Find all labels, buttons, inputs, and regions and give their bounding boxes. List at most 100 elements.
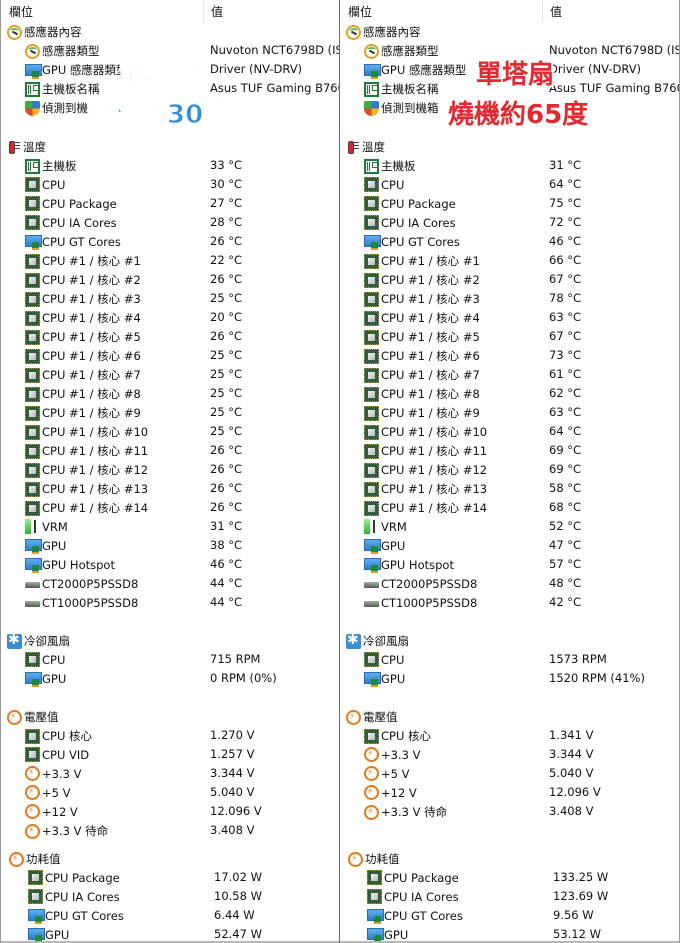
sensor-row[interactable]: +5 V 5.040 V xyxy=(340,764,679,783)
group-voltage[interactable]: 電壓值 xyxy=(340,707,679,726)
sensor-row[interactable]: CPU #1 / 核心 #7 25 °C xyxy=(1,365,339,384)
sensor-row[interactable]: CPU 64 °C xyxy=(340,175,679,194)
sensor-label: CPU #1 / 核心 #2 xyxy=(364,272,480,288)
sensor-label-text: CPU #1 / 核心 #8 xyxy=(381,387,480,401)
sensor-row[interactable]: CPU Package 17.02 W xyxy=(1,868,339,887)
sensor-row[interactable]: +3.3 V 3.344 V xyxy=(1,764,339,783)
sensor-row[interactable]: CPU IA Cores 72 °C xyxy=(340,213,679,232)
sensor-row[interactable]: CPU #1 / 核心 #3 25 °C xyxy=(1,289,339,308)
sensor-row[interactable]: CPU Package 27 °C xyxy=(1,194,339,213)
sensor-label: CPU IA Cores xyxy=(364,215,456,230)
sensor-row[interactable]: CPU VID 1.257 V xyxy=(1,745,339,764)
sensor-row[interactable]: GPU Hotspot 46 °C xyxy=(1,555,339,574)
sensor-row[interactable]: +12 V 12.096 V xyxy=(1,802,339,821)
sensor-row[interactable]: CPU #1 / 核心 #12 69 °C xyxy=(340,460,679,479)
sensor-label-text: CPU #1 / 核心 #2 xyxy=(42,273,141,287)
sensor-row[interactable]: 感應器類型 Nuvoton NCT6798D (ISA xyxy=(340,41,679,60)
sensor-row[interactable]: CPU #1 / 核心 #1 22 °C xyxy=(1,251,339,270)
sensor-row[interactable]: CPU GT Cores 9.56 W xyxy=(340,906,679,925)
column-divider[interactable] xyxy=(542,0,543,22)
column-header-value[interactable]: 值 xyxy=(211,3,223,20)
sensor-row[interactable]: +3.3 V 待命 3.408 V xyxy=(1,821,339,840)
sensor-row[interactable]: CT1000P5PSSD8 42 °C xyxy=(340,593,679,612)
sensor-row[interactable]: GPU 38 °C xyxy=(1,536,339,555)
sensor-row[interactable]: CPU #1 / 核心 #6 73 °C xyxy=(340,346,679,365)
sensor-row[interactable]: CPU #1 / 核心 #14 26 °C xyxy=(1,498,339,517)
sensor-row[interactable]: GPU 1520 RPM (41%) xyxy=(340,669,679,688)
sensor-row[interactable]: CPU #1 / 核心 #13 26 °C xyxy=(1,479,339,498)
sensor-row[interactable]: CPU GT Cores 6.44 W xyxy=(1,906,339,925)
sensor-row[interactable]: CPU #1 / 核心 #9 25 °C xyxy=(1,403,339,422)
sensor-row[interactable]: CPU #1 / 核心 #1 66 °C xyxy=(340,251,679,270)
sensor-row[interactable]: 主機板 31 °C xyxy=(340,156,679,175)
cpu-chip-icon xyxy=(364,367,379,383)
sensor-row[interactable]: CPU #1 / 核心 #12 26 °C xyxy=(1,460,339,479)
sensor-row[interactable]: GPU 0 RPM (0%) xyxy=(1,669,339,688)
sensor-row[interactable]: VRM 52 °C xyxy=(340,517,679,536)
group-temperature[interactable]: 溫度 xyxy=(1,137,339,156)
sensor-row[interactable]: CT2000P5PSSD8 48 °C xyxy=(340,574,679,593)
column-header-field[interactable]: 欄位 xyxy=(9,3,33,20)
sensor-row[interactable]: VRM 31 °C xyxy=(1,517,339,536)
sensor-row[interactable]: CPU #1 / 核心 #4 63 °C xyxy=(340,308,679,327)
sensor-row[interactable]: +3.3 V 3.344 V xyxy=(340,745,679,764)
sensor-label-text: CPU #1 / 核心 #9 xyxy=(42,406,141,420)
sensor-row[interactable]: CPU #1 / 核心 #11 26 °C xyxy=(1,441,339,460)
sensor-row[interactable]: CPU #1 / 核心 #3 78 °C xyxy=(340,289,679,308)
sensor-row[interactable]: CPU 1573 RPM xyxy=(340,650,679,669)
group-sensor-info[interactable]: 感應器內容 xyxy=(1,22,339,41)
group-title: 感應器內容 xyxy=(363,25,421,39)
sensor-label-text: GPU xyxy=(381,538,406,553)
sensor-row[interactable]: CPU IA Cores 28 °C xyxy=(1,213,339,232)
sensor-row[interactable]: GPU Hotspot 57 °C xyxy=(340,555,679,574)
sensor-row[interactable]: CPU #1 / 核心 #9 63 °C xyxy=(340,403,679,422)
group-sensor-info[interactable]: 感應器內容 xyxy=(340,22,679,41)
sensor-row[interactable]: CPU #1 / 核心 #14 68 °C xyxy=(340,498,679,517)
sensor-row[interactable]: 主機板 33 °C xyxy=(1,156,339,175)
sensor-row[interactable]: CPU #1 / 核心 #4 20 °C xyxy=(1,308,339,327)
sensor-row[interactable]: CPU 核心 1.270 V xyxy=(1,726,339,745)
sensor-row[interactable]: CPU 核心 1.341 V xyxy=(340,726,679,745)
sensor-label-text: CPU xyxy=(381,652,405,667)
sensor-row[interactable]: CPU 30 °C xyxy=(1,175,339,194)
sensor-row[interactable]: GPU 47 °C xyxy=(340,536,679,555)
column-header-value[interactable]: 值 xyxy=(550,3,562,20)
group-cooling-fans[interactable]: 冷卻風扇 xyxy=(340,631,679,650)
sensor-row[interactable]: CPU GT Cores 46 °C xyxy=(340,232,679,251)
sensor-row[interactable]: CPU #1 / 核心 #2 26 °C xyxy=(1,270,339,289)
group-cooling-fans[interactable]: 冷卻風扇 xyxy=(1,631,339,650)
sensor-row[interactable]: CPU #1 / 核心 #10 64 °C xyxy=(340,422,679,441)
sensor-row[interactable]: CPU 715 RPM xyxy=(1,650,339,669)
group-power[interactable]: 功耗值 xyxy=(340,849,679,868)
sensor-row[interactable]: CPU #1 / 核心 #2 67 °C xyxy=(340,270,679,289)
sensor-row[interactable]: CPU #1 / 核心 #8 62 °C xyxy=(340,384,679,403)
sensor-row[interactable]: CPU #1 / 核心 #5 26 °C xyxy=(1,327,339,346)
sensor-row[interactable]: +12 V 12.096 V xyxy=(340,783,679,802)
group-temperature[interactable]: 溫度 xyxy=(340,137,679,156)
sensor-row[interactable]: CPU IA Cores 10.58 W xyxy=(1,887,339,906)
sensor-row[interactable]: CPU #1 / 核心 #13 58 °C xyxy=(340,479,679,498)
sensor-row[interactable]: +5 V 5.040 V xyxy=(1,783,339,802)
sensor-row[interactable]: CPU #1 / 核心 #11 69 °C xyxy=(340,441,679,460)
overlay-caption-line2: 燒機約65度 xyxy=(448,100,589,130)
sensor-row[interactable]: +3.3 V 待命 3.408 V xyxy=(340,802,679,821)
sensor-row[interactable]: CPU #1 / 核心 #5 67 °C xyxy=(340,327,679,346)
sensor-row[interactable]: CT2000P5PSSD8 44 °C xyxy=(1,574,339,593)
sensor-row[interactable]: CPU #1 / 核心 #7 61 °C xyxy=(340,365,679,384)
cpu-chip-icon xyxy=(25,481,40,497)
sensor-row[interactable]: CPU IA Cores 123.69 W xyxy=(340,887,679,906)
column-divider[interactable] xyxy=(203,0,204,22)
sensor-row[interactable]: CPU Package 133.25 W xyxy=(340,868,679,887)
sensor-row[interactable]: 感應器類型 Nuvoton NCT6798D (ISA xyxy=(1,41,339,60)
sensor-value: 72 °C xyxy=(549,215,582,229)
group-voltage[interactable]: 電壓值 xyxy=(1,707,339,726)
sensor-value: 26 °C xyxy=(210,272,243,286)
sensor-row[interactable]: CPU #1 / 核心 #10 25 °C xyxy=(1,422,339,441)
sensor-row[interactable]: CPU #1 / 核心 #8 25 °C xyxy=(1,384,339,403)
sensor-row[interactable]: CPU Package 75 °C xyxy=(340,194,679,213)
column-header-field[interactable]: 欄位 xyxy=(348,3,372,20)
sensor-row[interactable]: CPU GT Cores 26 °C xyxy=(1,232,339,251)
sensor-row[interactable]: CPU #1 / 核心 #6 25 °C xyxy=(1,346,339,365)
sensor-row[interactable]: CT1000P5PSSD8 44 °C xyxy=(1,593,339,612)
group-power[interactable]: 功耗值 xyxy=(1,849,339,868)
